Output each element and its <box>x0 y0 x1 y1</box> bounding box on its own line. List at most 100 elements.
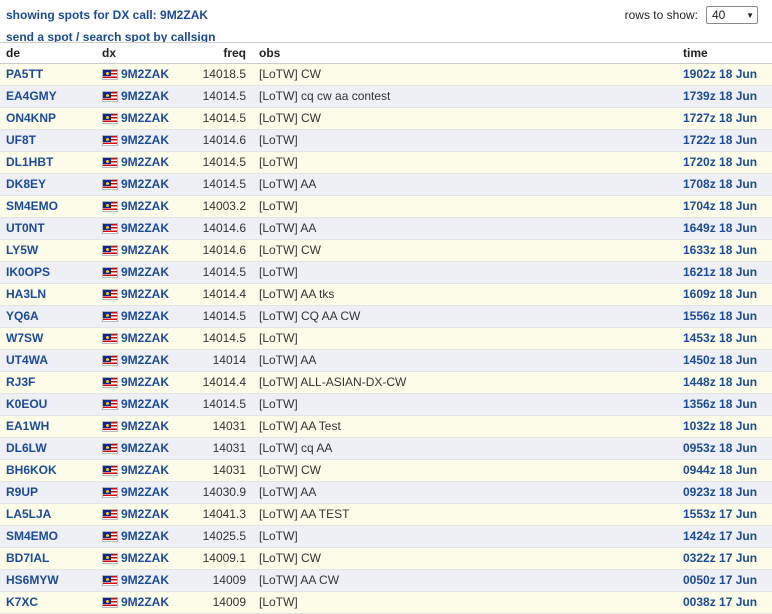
spot-time-link[interactable]: 1356z 18 Jun <box>683 394 757 415</box>
dx-cell: 9M2ZAK <box>102 416 169 437</box>
spotter-callsign-link[interactable]: EA4GMY <box>6 86 57 107</box>
dx-callsign-link[interactable]: 9M2ZAK <box>121 218 169 239</box>
spot-time-link[interactable]: 1453z 18 Jun <box>683 328 757 349</box>
dx-callsign-link[interactable]: 9M2ZAK <box>121 526 169 547</box>
dx-callsign-link[interactable]: 9M2ZAK <box>121 174 169 195</box>
dx-cell: 9M2ZAK <box>102 262 169 283</box>
dx-callsign-link[interactable]: 9M2ZAK <box>121 548 169 569</box>
column-header-obs[interactable]: obs <box>259 43 280 64</box>
dx-callsign-link[interactable]: 9M2ZAK <box>121 284 169 305</box>
spotter-callsign-link[interactable]: K0EOU <box>6 394 47 415</box>
spotter-callsign-link[interactable]: BD7IAL <box>6 548 49 569</box>
frequency-value: 14031 <box>212 463 246 477</box>
column-header-freq[interactable]: freq <box>170 43 246 64</box>
malaysia-flag-icon <box>102 509 118 520</box>
spot-time-link[interactable]: 0050z 17 Jun <box>683 570 757 591</box>
spot-time-link[interactable]: 0322z 17 Jun <box>683 548 757 569</box>
spotter-callsign-link[interactable]: R9UP <box>6 482 38 503</box>
spotter-callsign-link[interactable]: IK0OPS <box>6 262 50 283</box>
spotter-callsign-link[interactable]: UT4WA <box>6 350 48 371</box>
spot-time-link[interactable]: 1556z 18 Jun <box>683 306 757 327</box>
spotter-callsign-link[interactable]: LA5LJA <box>6 504 51 525</box>
spotter-callsign-link[interactable]: LY5W <box>6 240 38 261</box>
dx-callsign-link[interactable]: 9M2ZAK <box>121 438 169 459</box>
spot-time-link[interactable]: 0923z 18 Jun <box>683 482 757 503</box>
dx-callsign-link[interactable]: 9M2ZAK <box>121 328 169 349</box>
column-header-dx[interactable]: dx <box>102 43 116 64</box>
spot-time-link[interactable]: 1450z 18 Jun <box>683 350 757 371</box>
dx-callsign-link[interactable]: 9M2ZAK <box>121 460 169 481</box>
column-header-time[interactable]: time <box>683 43 708 64</box>
observation-text: [LoTW] <box>259 397 298 411</box>
dx-callsign-link[interactable]: 9M2ZAK <box>121 306 169 327</box>
spotter-callsign-link[interactable]: UT0NT <box>6 218 45 239</box>
dx-callsign-link[interactable]: 9M2ZAK <box>121 482 169 503</box>
spotter-callsign-link[interactable]: W7SW <box>6 328 43 349</box>
spotter-callsign-link[interactable]: DK8EY <box>6 174 46 195</box>
spotter-callsign-link[interactable]: BH6KOK <box>6 460 57 481</box>
spotter-callsign-link[interactable]: RJ3F <box>6 372 35 393</box>
spotter-callsign-link[interactable]: HS6MYW <box>6 570 59 591</box>
spot-time-link[interactable]: 1704z 18 Jun <box>683 196 757 217</box>
spot-time-link[interactable]: 1649z 18 Jun <box>683 218 757 239</box>
spot-time-link[interactable]: 0038z 17 Jun <box>683 592 757 613</box>
spot-time-link[interactable]: 0944z 18 Jun <box>683 460 757 481</box>
rows-select[interactable]: 40 ▼ <box>706 6 758 24</box>
table-row: HA3LN 9M2ZAK 14014.4 [LoTW] AA tks 1609z 18 … <box>0 284 772 306</box>
malaysia-flag-icon <box>102 575 118 586</box>
spot-time-link[interactable]: 1448z 18 Jun <box>683 372 757 393</box>
frequency-value: 14014.5 <box>202 265 246 279</box>
table-row: LY5W 9M2ZAK 14014.6 [LoTW] CW 1633z 18 Jun <box>0 240 772 262</box>
dx-cell: 9M2ZAK <box>102 174 169 195</box>
dx-callsign-link[interactable]: 9M2ZAK <box>121 108 169 129</box>
spotter-callsign-link[interactable]: DL6LW <box>6 438 47 459</box>
dx-callsign-link[interactable]: 9M2ZAK <box>121 350 169 371</box>
dx-cell: 9M2ZAK <box>102 394 169 415</box>
spot-time-link[interactable]: 1720z 18 Jun <box>683 152 757 173</box>
dx-callsign-link[interactable]: 9M2ZAK <box>121 592 169 613</box>
frequency-value: 14031 <box>212 441 246 455</box>
spot-time-link[interactable]: 1609z 18 Jun <box>683 284 757 305</box>
spot-time-link[interactable]: 1722z 18 Jun <box>683 130 757 151</box>
spotter-callsign-link[interactable]: ON4KNP <box>6 108 56 129</box>
dx-callsign-link[interactable]: 9M2ZAK <box>121 504 169 525</box>
frequency-value: 14003.2 <box>202 199 246 213</box>
spot-time-link[interactable]: 1902z 18 Jun <box>683 64 757 85</box>
spotter-callsign-link[interactable]: PA5TT <box>6 64 43 85</box>
spot-time-link[interactable]: 1739z 18 Jun <box>683 86 757 107</box>
malaysia-flag-icon <box>102 465 118 476</box>
spot-time-link[interactable]: 1727z 18 Jun <box>683 108 757 129</box>
malaysia-flag-icon <box>102 421 118 432</box>
dx-callsign-link[interactable]: 9M2ZAK <box>121 394 169 415</box>
dx-callsign-link[interactable]: 9M2ZAK <box>121 262 169 283</box>
dx-callsign-link[interactable]: 9M2ZAK <box>121 130 169 151</box>
spotter-callsign-link[interactable]: K7XC <box>6 592 38 613</box>
spotter-callsign-link[interactable]: DL1HBT <box>6 152 53 173</box>
dx-callsign-link[interactable]: 9M2ZAK <box>121 416 169 437</box>
spot-time-link[interactable]: 1032z 18 Jun <box>683 416 757 437</box>
observation-text: [LoTW] CW <box>259 111 321 125</box>
spotter-callsign-link[interactable]: SM4EMO <box>6 526 58 547</box>
dx-callsign-link[interactable]: 9M2ZAK <box>121 570 169 591</box>
spot-time-link[interactable]: 1708z 18 Jun <box>683 174 757 195</box>
spotter-callsign-link[interactable]: SM4EMO <box>6 196 58 217</box>
dx-callsign-link[interactable]: 9M2ZAK <box>121 196 169 217</box>
spotter-callsign-link[interactable]: HA3LN <box>6 284 46 305</box>
spot-time-link[interactable]: 0953z 18 Jun <box>683 438 757 459</box>
spotter-callsign-link[interactable]: UF8T <box>6 130 36 151</box>
spotter-callsign-link[interactable]: YQ6A <box>6 306 39 327</box>
dx-callsign-link[interactable]: 9M2ZAK <box>121 64 169 85</box>
column-header-de[interactable]: de <box>6 43 20 64</box>
frequency-value: 14014.6 <box>202 133 246 147</box>
spot-time-link[interactable]: 1553z 17 Jun <box>683 504 757 525</box>
dx-callsign-link[interactable]: 9M2ZAK <box>121 86 169 107</box>
spot-time-link[interactable]: 1633z 18 Jun <box>683 240 757 261</box>
spot-time-link[interactable]: 1424z 17 Jun <box>683 526 757 547</box>
dx-callsign-link[interactable]: 9M2ZAK <box>121 372 169 393</box>
observation-text: [LoTW] <box>259 155 298 169</box>
spot-time-link[interactable]: 1621z 18 Jun <box>683 262 757 283</box>
spotter-callsign-link[interactable]: EA1WH <box>6 416 49 437</box>
dx-cell: 9M2ZAK <box>102 438 169 459</box>
dx-callsign-link[interactable]: 9M2ZAK <box>121 152 169 173</box>
dx-callsign-link[interactable]: 9M2ZAK <box>121 240 169 261</box>
